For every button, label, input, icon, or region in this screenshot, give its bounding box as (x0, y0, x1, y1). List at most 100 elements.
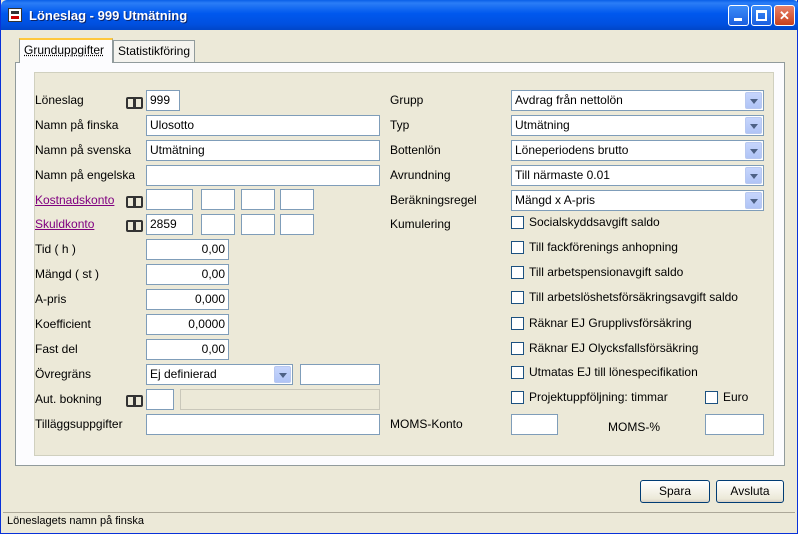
loneslag-field[interactable]: 999 (146, 90, 180, 111)
title-bar: Löneslag - 999 Utmätning ✕ (1, 0, 798, 30)
bottenlon-select[interactable]: Löneperiodens brutto (511, 140, 764, 161)
chevron-down-icon[interactable] (274, 366, 291, 383)
app-icon (8, 8, 22, 22)
close-icon: ✕ (779, 8, 790, 23)
euro-label: Euro (723, 390, 748, 404)
checkbox-label: Räknar EJ Grupplivsförsäkring (529, 316, 692, 330)
loneslag-window: Löneslag - 999 Utmätning ✕ Grunduppgifte… (0, 0, 798, 534)
chevron-down-icon[interactable] (745, 92, 762, 109)
overgrans-extra-field[interactable] (300, 364, 380, 385)
checkbox-fackforening[interactable] (511, 241, 524, 254)
typ-select[interactable]: Utmätning (511, 115, 764, 136)
kostnadskonto-field-4[interactable] (280, 189, 314, 210)
binoculars-icon[interactable] (123, 91, 143, 111)
namn-finska-field[interactable]: Ulosotto (146, 115, 380, 136)
skuldkonto-field-4[interactable] (280, 214, 314, 235)
binoculars-icon[interactable] (123, 214, 143, 234)
close-button[interactable]: ✕ (774, 5, 795, 26)
checkbox-lonespecifikation[interactable] (511, 366, 524, 379)
koefficient-field[interactable]: 0,0000 (146, 314, 229, 335)
bottenlon-value: Löneperiodens brutto (515, 143, 628, 157)
chevron-down-icon[interactable] (745, 167, 762, 184)
tillaggsuppgifter-field[interactable] (146, 414, 380, 435)
overgrans-select[interactable]: Ej definierad (146, 364, 293, 385)
binoculars-icon[interactable] (123, 389, 143, 409)
tillaggsuppgifter-label: Tilläggsuppgifter (35, 417, 123, 431)
kostnadskonto-field-1[interactable] (146, 189, 193, 210)
kostnadskonto-field-3[interactable] (241, 189, 275, 210)
berakningsregel-label: Beräkningsregel (390, 193, 477, 207)
maximize-icon (756, 10, 767, 21)
checkbox-label: Projektuppföljning: timmar (529, 390, 668, 404)
checkbox-socialskyddsavgift[interactable] (511, 216, 524, 229)
status-bar: Löneslagets namn på finska (3, 512, 795, 531)
avrundning-select[interactable]: Till närmaste 0.01 (511, 165, 764, 186)
mangd-field[interactable]: 0,00 (146, 264, 229, 285)
typ-value: Utmätning (515, 118, 570, 132)
typ-label: Typ (390, 118, 409, 132)
checkbox-label: Till fackförenings anhopning (529, 240, 678, 254)
skuldkonto-field-1[interactable]: 2859 (146, 214, 193, 235)
berakningsregel-value: Mängd x A-pris (515, 193, 595, 207)
bottenlon-label: Bottenlön (390, 143, 441, 157)
checkbox-euro[interactable] (705, 391, 718, 404)
fast-del-field[interactable]: 0,00 (146, 339, 229, 360)
overgrans-label: Övregräns (35, 367, 91, 381)
checkbox-projektuppfoljning[interactable] (511, 391, 524, 404)
checkbox-label: Till arbetspensionavgift saldo (529, 265, 683, 279)
avrundning-value: Till närmaste 0.01 (515, 168, 610, 182)
minimize-icon (734, 18, 742, 21)
close-dialog-button[interactable]: Avsluta (716, 480, 784, 503)
fast-del-label: Fast del (35, 342, 78, 356)
aut-bokning-field[interactable] (146, 389, 174, 410)
tab-label: Statistikföring (118, 44, 190, 58)
moms-procent-field[interactable] (705, 414, 764, 435)
chevron-down-icon[interactable] (745, 142, 762, 159)
tid-label: Tid ( h ) (35, 242, 76, 256)
tab-label: Grunduppgifter (24, 43, 104, 57)
koefficient-label: Koefficient (35, 317, 91, 331)
checkbox-arbetspension[interactable] (511, 266, 524, 279)
save-button[interactable]: Spara (640, 480, 710, 503)
chevron-down-icon[interactable] (745, 117, 762, 134)
namn-engelska-label: Namn på engelska (35, 168, 135, 182)
grupp-value: Avdrag från nettolön (515, 93, 623, 107)
kostnadskonto-link[interactable]: Kostnadskonto (35, 193, 114, 207)
minimize-button[interactable] (728, 5, 749, 26)
grupp-label: Grupp (390, 93, 423, 107)
checkbox-label: Socialskyddsavgift saldo (529, 215, 660, 229)
checkbox-label: Till arbetslöshetsförsäkringsavgift sald… (529, 290, 738, 304)
skuldkonto-link[interactable]: Skuldkonto (35, 217, 94, 231)
skuldkonto-field-2[interactable] (201, 214, 235, 235)
checkbox-label: Räknar EJ Olycksfallsförsäkring (529, 341, 698, 355)
tab-grunduppgifter[interactable]: Grunduppgifter (19, 38, 113, 63)
apris-field[interactable]: 0,000 (146, 289, 229, 310)
apris-label: A-pris (35, 292, 66, 306)
namn-engelska-field[interactable] (146, 165, 380, 186)
berakningsregel-select[interactable]: Mängd x A-pris (511, 190, 764, 211)
aut-bokning-label: Aut. bokning (35, 392, 102, 406)
kostnadskonto-field-2[interactable] (201, 189, 235, 210)
overgrans-value: Ej definierad (150, 367, 217, 381)
form-frame: Löneslag 999 Namn på finska Ulosotto Nam… (34, 72, 774, 456)
checkbox-grupplivs[interactable] (511, 317, 524, 330)
moms-konto-label: MOMS-Konto (390, 417, 463, 431)
moms-procent-label: MOMS-% (608, 420, 660, 434)
chevron-down-icon[interactable] (745, 192, 762, 209)
binoculars-icon[interactable] (123, 190, 143, 210)
tid-field[interactable]: 0,00 (146, 239, 229, 260)
checkbox-olycksfall[interactable] (511, 342, 524, 355)
loneslag-label: Löneslag (35, 93, 84, 107)
skuldkonto-field-3[interactable] (241, 214, 275, 235)
namn-svenska-label: Namn på svenska (35, 143, 131, 157)
kumulering-label: Kumulering (390, 217, 451, 231)
aut-bokning-description (180, 389, 380, 410)
maximize-button[interactable] (751, 5, 772, 26)
moms-konto-field[interactable] (511, 414, 558, 435)
namn-svenska-field[interactable]: Utmätning (146, 140, 380, 161)
tab-statistikforing[interactable]: Statistikföring (113, 40, 195, 62)
mangd-label: Mängd ( st ) (35, 267, 99, 281)
checkbox-arbetsloshet[interactable] (511, 291, 524, 304)
tab-panel: Löneslag 999 Namn på finska Ulosotto Nam… (15, 62, 785, 466)
grupp-select[interactable]: Avdrag från nettolön (511, 90, 764, 111)
